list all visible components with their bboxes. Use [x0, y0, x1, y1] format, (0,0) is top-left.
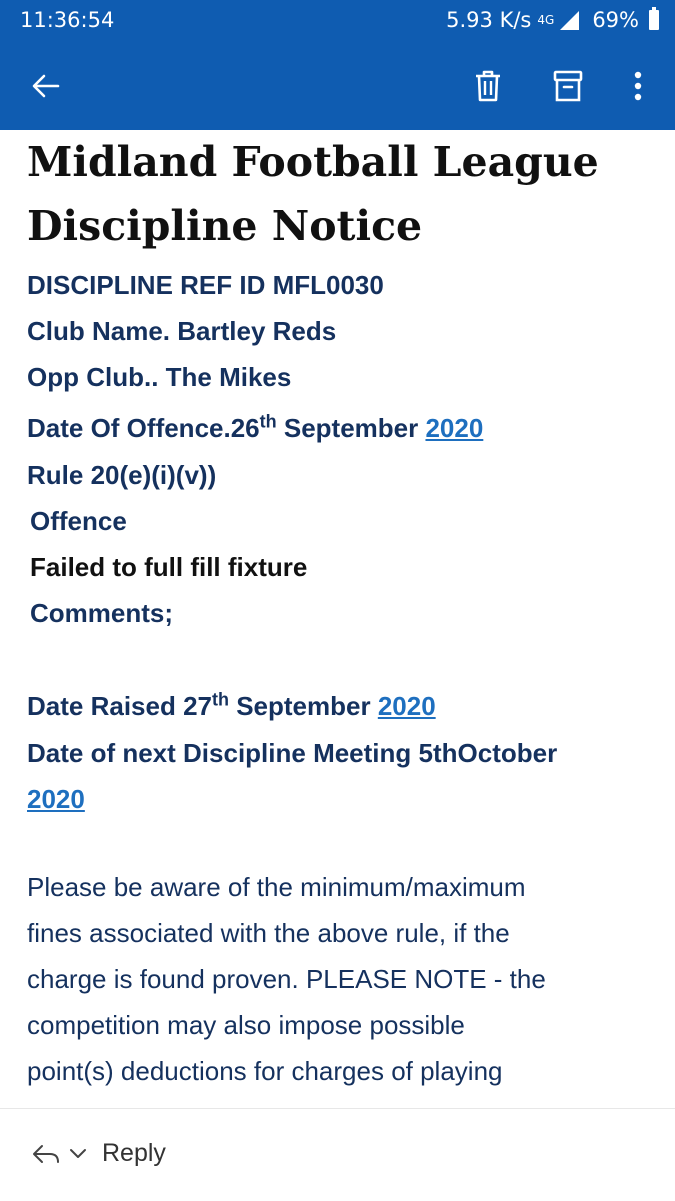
ref-id: DISCIPLINE REF ID MFL0030	[27, 270, 384, 300]
date-raised: Date Raised 27th September 2020	[27, 678, 647, 730]
reply-button[interactable]: Reply	[30, 1139, 166, 1168]
discipline-details: DISCIPLINE REF ID MFL0030 Club Name. Bar…	[27, 262, 647, 864]
battery-icon	[649, 7, 659, 30]
offence-date: Date Of Offence.26th September 2020	[27, 400, 647, 452]
title-line-2: Discipline Notice	[27, 202, 423, 250]
paragraph-line: Please be aware of the minimum/maximum	[27, 872, 526, 902]
next-meeting-year: 2020	[27, 776, 647, 822]
archive-button[interactable]	[548, 66, 588, 106]
app-bar	[0, 44, 675, 130]
title-line-1: Midland Football League	[27, 138, 599, 186]
back-arrow-icon	[32, 74, 60, 98]
offence-date-suffix: th	[259, 411, 277, 432]
network-speed: 5.93 K/s	[446, 8, 532, 32]
date-raised-suffix: th	[211, 689, 229, 710]
status-time: 11:36:54	[20, 8, 115, 32]
paragraph-line: fines associated with the above rule, if…	[27, 918, 510, 948]
network-type: 4G	[537, 13, 555, 27]
email-body: Midland Football League Discipline Notic…	[27, 130, 647, 1094]
date-raised-month: September	[228, 691, 378, 721]
raised-year-link[interactable]: 2020	[378, 691, 436, 721]
delete-button[interactable]	[468, 66, 508, 106]
next-meeting-year-link[interactable]: 2020	[27, 784, 85, 814]
club-name: Club Name. Bartley Reds	[27, 316, 337, 346]
status-indicators: 5.93 K/s 4G 69%	[446, 7, 659, 32]
back-button[interactable]	[26, 66, 66, 106]
paragraph-line: competition may also impose possible	[27, 1010, 465, 1040]
opp-club: Opp Club.. The Mikes	[27, 362, 292, 392]
archive-icon	[553, 70, 583, 102]
notice-paragraph: Please be aware of the minimum/maximum f…	[27, 864, 647, 1094]
offence-year-link[interactable]: 2020	[425, 413, 483, 443]
signal-icon	[560, 11, 580, 30]
more-vert-icon	[634, 71, 642, 101]
offence-text: Failed to full fill fixture	[30, 552, 308, 582]
next-meeting: Date of next Discipline Meeting 5thOctob…	[27, 738, 558, 768]
more-options-button[interactable]	[618, 66, 658, 106]
reply-icon	[33, 1144, 59, 1163]
comments-label: Comments;	[30, 598, 174, 628]
chevron-down-icon[interactable]	[68, 1147, 88, 1161]
reply-label: Reply	[102, 1139, 166, 1167]
email-title: Midland Football League Discipline Notic…	[27, 130, 647, 258]
battery-percent: 69%	[592, 8, 639, 32]
status-bar: 11:36:54 5.93 K/s 4G 69%	[0, 0, 675, 44]
offence-date-month: September	[276, 413, 426, 443]
trash-icon	[476, 70, 500, 102]
offence-label: Offence	[30, 506, 127, 536]
offence-date-text: Date Of Offence.26	[27, 413, 260, 443]
paragraph-line: point(s) deductions for charges of playi…	[27, 1056, 503, 1086]
date-raised-text: Date Raised 27	[27, 691, 212, 721]
paragraph-line: charge is found proven. PLEASE NOTE - th…	[27, 964, 546, 994]
reply-bar: Reply	[0, 1108, 675, 1201]
rule: Rule 20(e)(i)(v))	[27, 460, 217, 490]
